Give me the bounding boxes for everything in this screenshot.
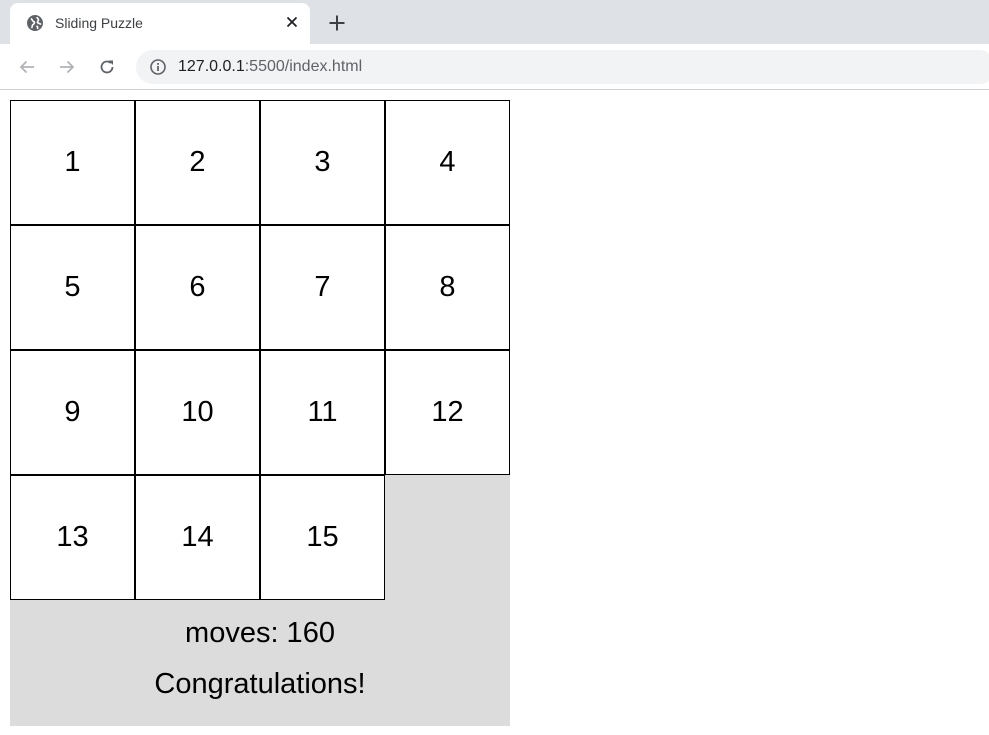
puzzle-tile[interactable]: 10 — [135, 350, 260, 475]
puzzle-tile[interactable]: 6 — [135, 225, 260, 350]
puzzle-tile[interactable]: 5 — [10, 225, 135, 350]
puzzle-tile[interactable]: 3 — [260, 100, 385, 225]
move-counter: moves: 160 — [185, 617, 335, 649]
url-path: :5500/index.html — [244, 58, 363, 75]
close-icon[interactable] — [282, 12, 302, 32]
address-bar[interactable]: 127.0.0.1:5500/index.html — [136, 50, 989, 84]
plus-icon[interactable] — [325, 11, 349, 35]
forward-arrow-icon[interactable] — [55, 55, 79, 79]
globe-icon — [26, 14, 44, 32]
puzzle-tile[interactable]: 11 — [260, 350, 385, 475]
browser-tab-strip: Sliding Puzzle — [0, 0, 989, 44]
puzzle-tile[interactable]: 4 — [385, 100, 510, 225]
puzzle-tile[interactable]: 8 — [385, 225, 510, 350]
win-message: Congratulations! — [154, 668, 366, 700]
puzzle-tile[interactable]: 15 — [260, 475, 385, 600]
empty-slot — [385, 475, 510, 600]
back-arrow-icon[interactable] — [15, 55, 39, 79]
sliding-puzzle: 1 2 3 4 5 6 7 8 9 10 11 12 13 14 15 move… — [10, 100, 510, 726]
info-icon[interactable] — [149, 58, 167, 76]
puzzle-tile[interactable]: 14 — [135, 475, 260, 600]
url-text[interactable]: 127.0.0.1:5500/index.html — [178, 58, 362, 76]
tab-title: Sliding Puzzle — [55, 15, 143, 31]
active-tab[interactable]: Sliding Puzzle — [10, 3, 310, 44]
browser-toolbar: 127.0.0.1:5500/index.html — [0, 44, 989, 90]
puzzle-tile[interactable]: 13 — [10, 475, 135, 600]
puzzle-tile[interactable]: 2 — [135, 100, 260, 225]
puzzle-tile[interactable]: 9 — [10, 350, 135, 475]
puzzle-tile[interactable]: 12 — [385, 350, 510, 475]
puzzle-tile[interactable]: 1 — [10, 100, 135, 225]
puzzle-board: 1 2 3 4 5 6 7 8 9 10 11 12 13 14 15 — [10, 100, 510, 600]
reload-icon[interactable] — [95, 55, 119, 79]
url-host: 127.0.0.1 — [178, 58, 245, 75]
puzzle-tile[interactable]: 7 — [260, 225, 385, 350]
